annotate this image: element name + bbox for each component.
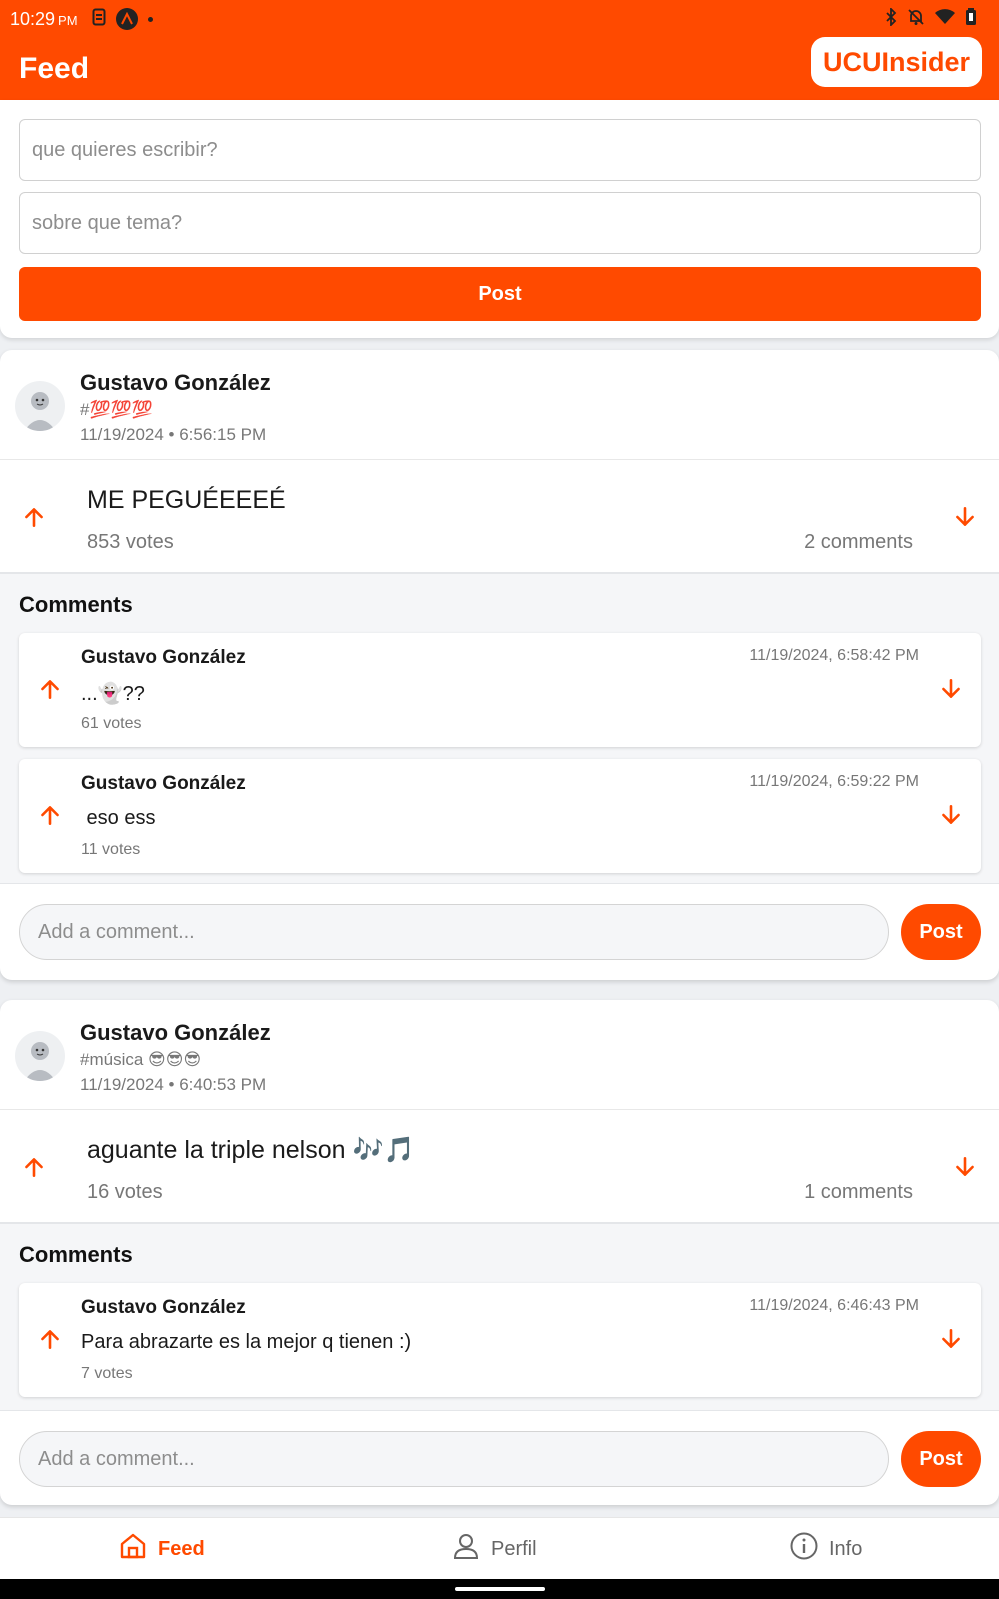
comment-text: eso ess (81, 807, 156, 829)
post-author[interactable]: Gustavo González (80, 1020, 271, 1046)
comments-section: Comments Gustavo González 11/19/2024, 6:… (0, 1224, 999, 1411)
upvote-arrow-icon[interactable] (21, 504, 47, 530)
comments-title: Comments (19, 592, 133, 617)
comment-upvote-arrow-icon[interactable] (37, 676, 63, 702)
comment-text: Para abrazarte es la mejor q tienen :) (81, 1331, 412, 1353)
post-comment-count[interactable]: 2 comments (804, 531, 913, 554)
comment-input[interactable] (19, 1431, 889, 1487)
comment-time: 11/19/2024, 6:59:22 PM (749, 773, 919, 790)
home-icon (118, 1531, 148, 1567)
avatar[interactable] (15, 1031, 65, 1081)
comment-author[interactable]: Gustavo González (81, 1297, 246, 1319)
post-button[interactable]: Post (19, 267, 981, 321)
comments-title: Comments (19, 1242, 133, 1267)
avatar[interactable] (15, 381, 65, 431)
post-topic: #💯💯💯 (80, 400, 153, 419)
post-content: ME PEGUÉEEEÉ (87, 486, 286, 514)
nav-item-label: Perfil (491, 1537, 537, 1560)
mute-icon (907, 8, 925, 31)
post-composer: Post (0, 100, 999, 338)
status-bar: 10:29 PM (10, 6, 989, 31)
comment-downvote-arrow-icon[interactable] (938, 1326, 964, 1352)
add-comment-bar: Post (0, 1411, 999, 1505)
brand-logo[interactable]: UCUInsider (810, 37, 982, 87)
comment-upvote-arrow-icon[interactable] (37, 802, 63, 828)
comment-time: 11/19/2024, 6:46:43 PM (749, 1297, 919, 1314)
post-content: aguante la triple nelson 🎶🎵 (87, 1136, 415, 1164)
comment-item: Gustavo González 11/19/2024, 6:59:22 PM … (19, 759, 981, 873)
comment-item: Gustavo González 11/19/2024, 6:46:43 PM … (19, 1283, 981, 1397)
post-content-input[interactable] (19, 119, 981, 181)
post-votes: 853 votes (87, 531, 174, 553)
comment-input[interactable] (19, 904, 889, 960)
post-header: Gustavo González #💯💯💯 11/19/2024 • 6:56:… (0, 350, 999, 460)
post-comment-count[interactable]: 1 comments (804, 1181, 913, 1204)
info-icon (789, 1531, 819, 1567)
home-gesture-bar[interactable] (455, 1587, 545, 1591)
downvote-arrow-icon[interactable] (952, 1154, 978, 1180)
comment-votes: 61 votes (81, 715, 142, 732)
post-topic: #música 😎😎😎 (80, 1050, 202, 1069)
comment-votes: 11 votes (81, 841, 141, 858)
comment-downvote-arrow-icon[interactable] (938, 676, 964, 702)
post-body: aguante la triple nelson 🎶🎵 16 votes 1 c… (0, 1110, 999, 1224)
post-card: Gustavo González #música 😎😎😎 11/19/2024 … (0, 1000, 999, 1505)
comment-author[interactable]: Gustavo González (81, 647, 246, 669)
page-title: Feed (19, 52, 90, 85)
post-votes: 16 votes (87, 1181, 163, 1203)
app-header: 10:29 PM Feed UCUInsider (0, 0, 999, 100)
wifi-icon (935, 8, 955, 30)
add-comment-bar: Post (0, 884, 999, 978)
comment-post-button[interactable]: Post (901, 904, 981, 960)
bottom-nav: Feed Perfil Info (0, 1517, 999, 1579)
dot-icon (147, 16, 153, 22)
app-badge-icon (115, 8, 138, 30)
comment-author[interactable]: Gustavo González (81, 773, 246, 795)
gesture-area (0, 1579, 999, 1599)
comment-post-button[interactable]: Post (901, 1431, 981, 1487)
comment-downvote-arrow-icon[interactable] (938, 802, 964, 828)
upvote-arrow-icon[interactable] (21, 1154, 47, 1180)
comment-text: ...👻?? (81, 683, 145, 705)
post-author[interactable]: Gustavo González (80, 370, 271, 396)
post-date: 11/19/2024 • 6:56:15 PM (80, 425, 267, 444)
status-time: 10:29 PM (10, 8, 78, 29)
post-topic-input[interactable] (19, 192, 981, 254)
person-icon (451, 1531, 481, 1567)
nav-item-info[interactable]: Info (789, 1518, 862, 1580)
battery-icon (965, 7, 977, 31)
nav-item-perfil[interactable]: Perfil (451, 1518, 537, 1580)
comment-item: Gustavo González 11/19/2024, 6:58:42 PM … (19, 633, 981, 747)
post-header: Gustavo González #música 😎😎😎 11/19/2024 … (0, 1000, 999, 1110)
comment-votes: 7 votes (81, 1365, 133, 1382)
downvote-arrow-icon[interactable] (952, 504, 978, 530)
post-date: 11/19/2024 • 6:40:53 PM (80, 1075, 267, 1094)
nav-item-label: Feed (158, 1537, 205, 1560)
post-card: Gustavo González #💯💯💯 11/19/2024 • 6:56:… (0, 350, 999, 980)
comment-upvote-arrow-icon[interactable] (37, 1326, 63, 1352)
comments-section: Comments Gustavo González 11/19/2024, 6:… (0, 574, 999, 884)
sim-icon (92, 8, 106, 31)
post-body: ME PEGUÉEEEÉ 853 votes 2 comments (0, 460, 999, 574)
comment-time: 11/19/2024, 6:58:42 PM (749, 647, 919, 664)
bluetooth-icon (885, 6, 897, 31)
nav-item-feed[interactable]: Feed (118, 1518, 205, 1580)
nav-item-label: Info (829, 1537, 863, 1560)
